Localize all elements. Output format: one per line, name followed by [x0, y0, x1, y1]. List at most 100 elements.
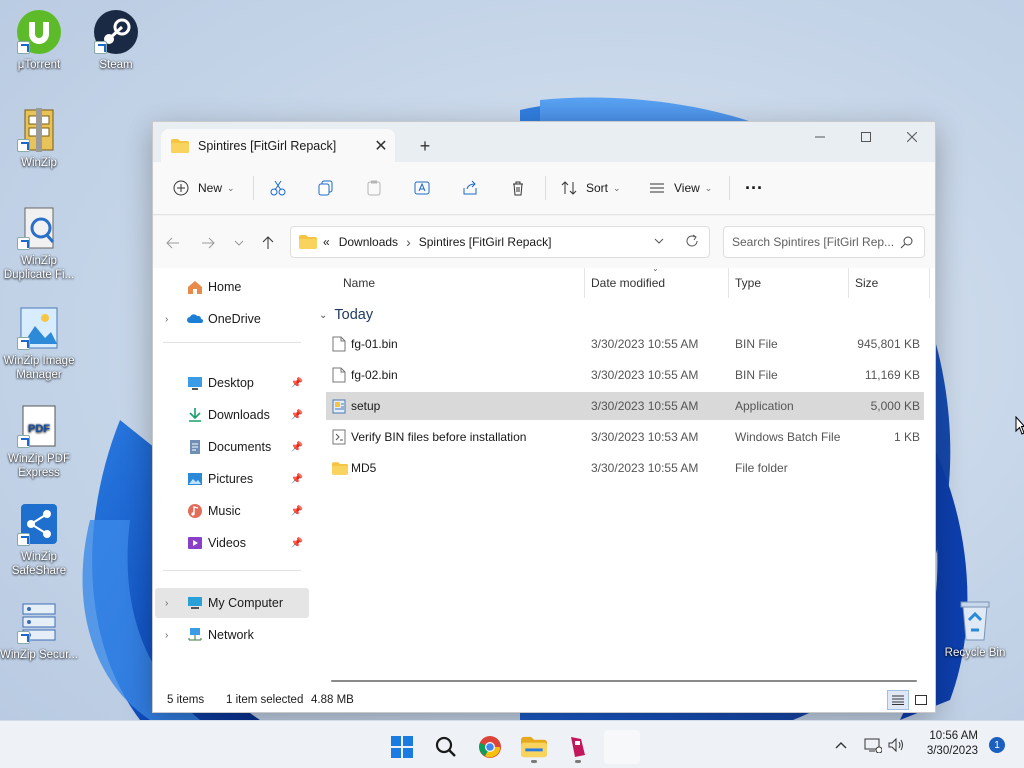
copy-button[interactable] — [318, 174, 334, 202]
search-input[interactable] — [732, 235, 900, 249]
explorer-tab[interactable]: Spintires [FitGirl Repack] ✕ — [161, 129, 395, 162]
paste-button[interactable] — [366, 174, 382, 202]
command-bar: New ⌄ Sort ⌄ View ⌄ ··· — [153, 162, 935, 215]
download-icon — [189, 408, 201, 422]
file-icon — [332, 336, 346, 352]
file-row[interactable]: fg-01.bin 3/30/2023 10:55 AM BIN File 94… — [326, 330, 924, 358]
more-options-button[interactable]: ··· — [745, 174, 763, 202]
sidebar-item-pictures[interactable]: Pictures 📌 — [155, 464, 309, 494]
picture-icon — [188, 473, 202, 485]
recent-locations-button[interactable] — [227, 232, 251, 254]
search-box — [723, 226, 925, 258]
cut-button[interactable] — [270, 174, 286, 202]
desktop-icon-recycle-bin[interactable]: Recycle Bin — [936, 596, 1014, 660]
close-tab-button[interactable]: ✕ — [367, 134, 395, 158]
folder-icon — [299, 235, 317, 249]
refresh-button[interactable] — [685, 234, 699, 251]
new-tab-button[interactable]: + — [413, 134, 437, 158]
chevron-right-icon[interactable]: › — [165, 598, 168, 609]
breadcrumb-overflow[interactable]: « — [323, 235, 330, 249]
desktop-icon-label: WinZip Image Manager — [3, 355, 75, 381]
sidebar-item-home[interactable]: Home — [155, 272, 309, 302]
share-button[interactable] — [462, 174, 478, 202]
desktop-icon-steam[interactable]: Steam — [77, 8, 155, 72]
delete-button[interactable] — [510, 174, 526, 202]
show-hidden-icons-button[interactable] — [830, 741, 852, 749]
start-button[interactable] — [382, 729, 422, 765]
more-icon: ··· — [745, 177, 763, 198]
file-size: 5,000 KB — [870, 399, 920, 413]
arrow-right-icon — [202, 237, 215, 249]
view-button[interactable]: View ⌄ — [649, 174, 712, 202]
chevron-right-icon: › — [406, 234, 411, 250]
forward-button[interactable] — [196, 232, 220, 254]
sidebar-item-label: My Computer — [208, 596, 284, 610]
address-bar[interactable]: « Downloads › Spintires [FitGirl Repack] — [290, 226, 710, 258]
address-dropdown-button[interactable] — [653, 235, 665, 250]
search-taskbar-button[interactable] — [426, 729, 466, 765]
column-divider — [848, 268, 849, 298]
winzip-taskbar-button[interactable] — [558, 729, 598, 765]
back-button[interactable] — [161, 232, 185, 254]
network-tray-button[interactable] — [860, 737, 886, 753]
file-row[interactable]: MD5 3/30/2023 10:55 AM File folder — [326, 454, 924, 482]
blank-taskbar-button[interactable] — [602, 729, 642, 765]
speaker-icon — [888, 737, 903, 753]
desktop-icon-winzip-secure[interactable]: WinZip Secur... — [0, 598, 78, 662]
sidebar-item-documents[interactable]: Documents 📌 — [155, 432, 309, 462]
sidebar-item-desktop[interactable]: Desktop 📌 — [155, 368, 309, 398]
copy-icon — [318, 180, 333, 196]
details-view-button[interactable] — [887, 690, 909, 710]
tiles-view-button[interactable] — [910, 690, 932, 710]
desktop-icon-winzip-pdf[interactable]: PDF WinZip PDF Express — [0, 402, 78, 480]
app-icon — [571, 737, 585, 757]
sort-button[interactable]: Sort ⌄ — [561, 174, 621, 202]
sidebar-item-my-computer[interactable]: › My Computer — [155, 588, 309, 618]
sidebar-item-label: Pictures — [208, 472, 254, 486]
setup-application-icon — [332, 399, 346, 414]
file-row-selected[interactable]: setup 3/30/2023 10:55 AM Application 5,0… — [326, 392, 924, 420]
volume-tray-button[interactable] — [886, 737, 908, 753]
breadcrumb-current-folder[interactable]: Spintires [FitGirl Repack] — [419, 235, 552, 249]
minimize-button[interactable] — [797, 122, 843, 152]
desktop-icon-winzip-duplicate[interactable]: WinZip Duplicate Fi... — [0, 204, 78, 282]
system-tray — [830, 721, 908, 768]
file-date: 3/30/2023 10:55 AM — [591, 461, 699, 475]
desktop-icon-utorrent[interactable]: μTorrent — [0, 8, 78, 72]
rename-button[interactable] — [414, 174, 430, 202]
sidebar-divider — [163, 570, 301, 571]
maximize-button[interactable] — [843, 122, 889, 152]
chevron-right-icon[interactable]: › — [165, 630, 168, 641]
sidebar-item-onedrive[interactable]: › OneDrive — [155, 304, 309, 334]
group-header-today[interactable]: ⌄ Today — [319, 304, 373, 326]
desktop-icon-winzip[interactable]: WinZip — [0, 106, 78, 170]
notification-badge[interactable]: 1 — [989, 737, 1005, 753]
close-window-button[interactable] — [889, 122, 935, 152]
desktop-icon-label: Recycle Bin — [944, 647, 1006, 659]
horizontal-scrollbar[interactable] — [331, 680, 917, 682]
chevron-right-icon[interactable]: › — [165, 314, 168, 325]
file-date: 3/30/2023 10:53 AM — [591, 430, 699, 444]
column-header-name[interactable]: Name — [343, 268, 375, 298]
sidebar-item-network[interactable]: › Network — [155, 620, 309, 650]
column-divider — [929, 268, 930, 298]
chrome-icon — [479, 736, 501, 758]
sidebar-item-downloads[interactable]: Downloads 📌 — [155, 400, 309, 430]
desktop-icon-winzip-image-manager[interactable]: WinZip Image Manager — [0, 304, 78, 382]
new-button[interactable]: New ⌄ — [173, 174, 235, 202]
column-header-size[interactable]: Size — [855, 268, 878, 298]
column-header-type[interactable]: Type — [735, 268, 761, 298]
breadcrumb-downloads[interactable]: Downloads — [339, 235, 398, 249]
network-icon — [188, 628, 202, 641]
taskbar-clock[interactable]: 10:56 AM 3/30/2023 — [927, 729, 978, 759]
file-row[interactable]: Verify BIN files before installation 3/3… — [326, 423, 924, 451]
desktop-icon-winzip-safeshare[interactable]: WinZip SafeShare — [0, 500, 78, 578]
up-button[interactable] — [256, 232, 280, 254]
file-explorer-taskbar-button[interactable] — [514, 729, 554, 765]
sidebar-item-music[interactable]: Music 📌 — [155, 496, 309, 526]
trash-icon — [513, 181, 523, 196]
file-date: 3/30/2023 10:55 AM — [591, 337, 699, 351]
chrome-taskbar-button[interactable] — [470, 729, 510, 765]
file-row[interactable]: fg-02.bin 3/30/2023 10:55 AM BIN File 11… — [326, 361, 924, 389]
sidebar-item-videos[interactable]: Videos 📌 — [155, 528, 309, 558]
